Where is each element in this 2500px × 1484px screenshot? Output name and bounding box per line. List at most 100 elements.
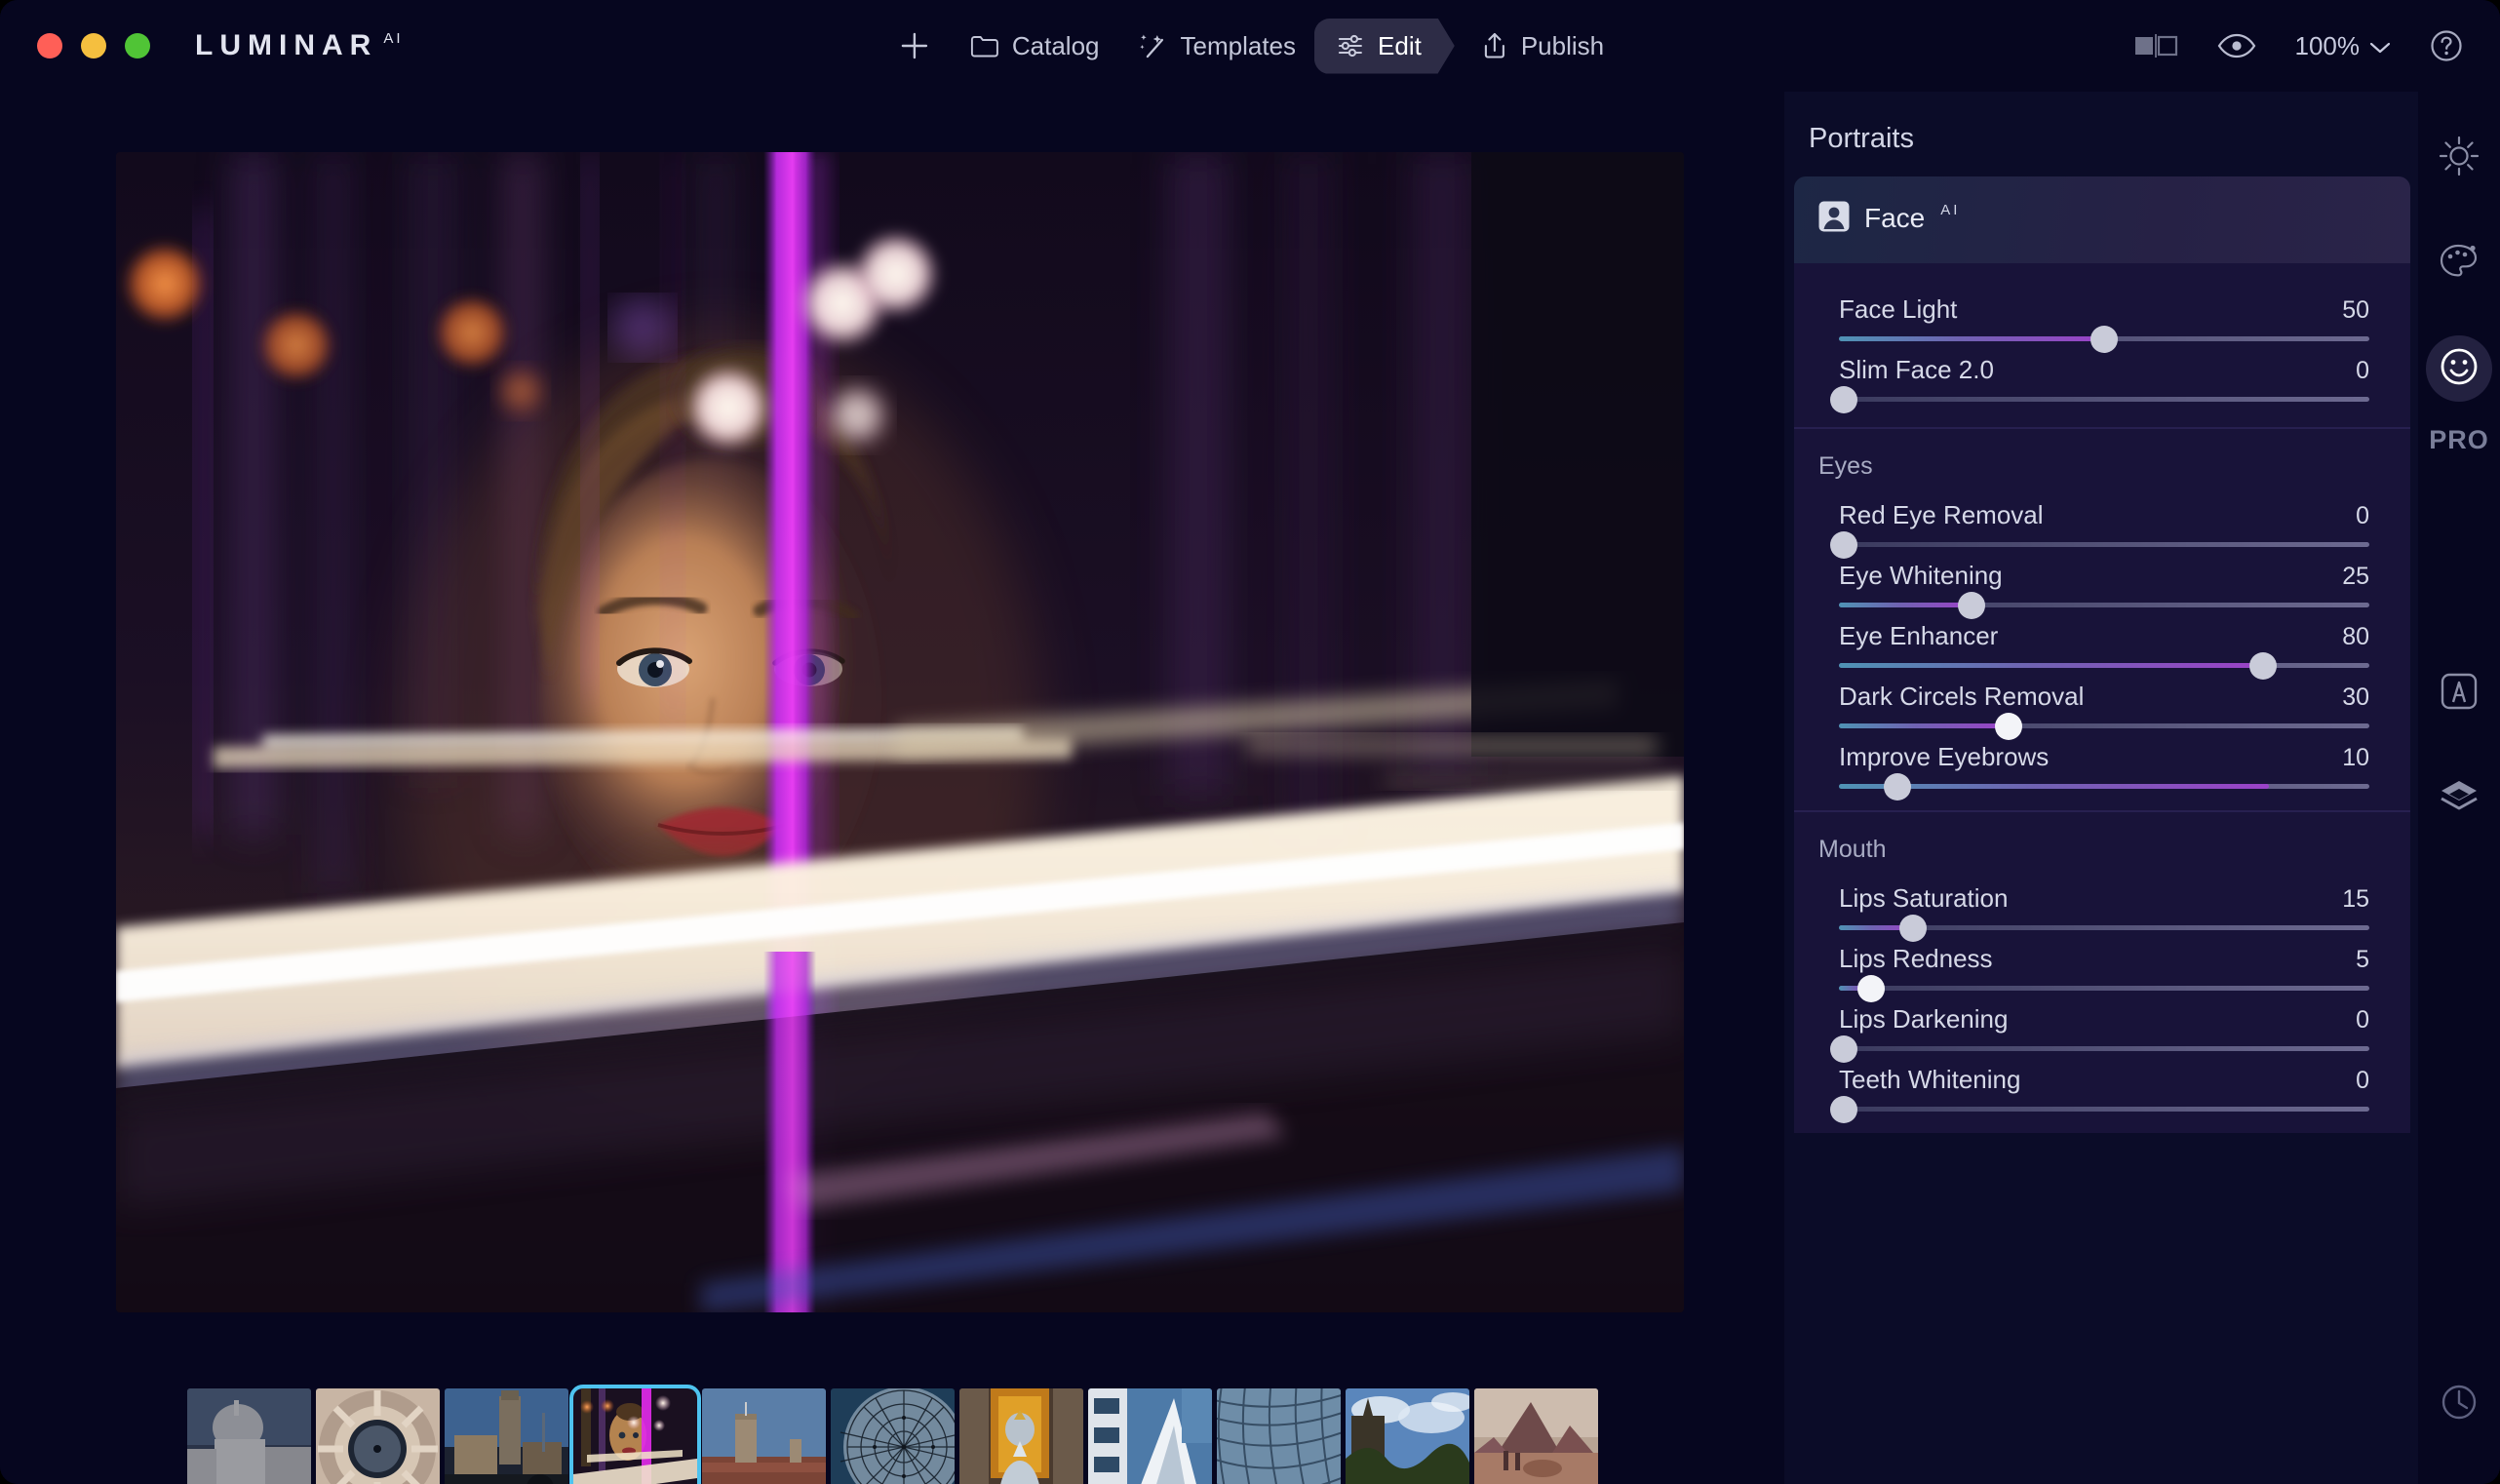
palette-icon <box>2438 240 2480 288</box>
slider-track[interactable] <box>1839 591 2369 619</box>
slider-value: 5 <box>2356 946 2369 973</box>
title-bar: LUMINAR AI Catalog Templates Edit Publis… <box>0 0 2500 92</box>
slider-track[interactable] <box>1839 712 2369 740</box>
thumbnail-image <box>1216 1388 1341 1484</box>
thumbnail-image <box>315 1388 440 1484</box>
slider-dark-circles-removal[interactable]: Dark Circels Removal 30 <box>1794 668 2410 740</box>
slider-value: 50 <box>2342 296 2369 324</box>
layers-icon <box>2438 777 2480 821</box>
before-after-compare-icon[interactable] <box>2133 32 2178 59</box>
rail-item-canvas[interactable] <box>2418 641 2500 746</box>
rail-item-essentials[interactable] <box>2418 105 2500 211</box>
thumbnail-desert-mountain[interactable] <box>1473 1388 1598 1484</box>
face-tool-card: Face AI <box>1794 176 2410 263</box>
slider-teeth-whitening[interactable]: Teeth Whitening 0 <box>1794 1051 2410 1123</box>
slider-track[interactable] <box>1839 651 2369 680</box>
slider-knob[interactable] <box>1899 914 1928 942</box>
slider-track[interactable] <box>1830 1095 2369 1123</box>
slider-lips-saturation[interactable]: Lips Saturation 15 <box>1794 870 2410 942</box>
maximize-button[interactable] <box>125 33 150 59</box>
slider-track[interactable] <box>1830 385 2369 413</box>
filmstrip <box>0 1385 1784 1484</box>
slider-track[interactable] <box>1830 530 2369 559</box>
slider-label: Lips Redness <box>1839 944 1993 973</box>
add-photos-button[interactable] <box>878 18 952 74</box>
nav-item-templates[interactable]: Templates <box>1118 19 1315 74</box>
magic-wand-icon <box>1137 31 1168 60</box>
slider-value: 15 <box>2342 885 2369 913</box>
close-button[interactable] <box>37 33 62 59</box>
slider-eye-enhancer[interactable]: Eye Enhancer 80 <box>1794 607 2410 680</box>
slider-eye-whitening[interactable]: Eye Whitening 25 <box>1794 547 2410 619</box>
slider-value: 0 <box>2356 357 2369 384</box>
zoom-level-control[interactable]: 100% <box>2295 31 2392 61</box>
slider-knob[interactable] <box>2249 651 2278 680</box>
nav-label-edit: Edit <box>1378 30 1422 60</box>
thumbnail-cathedral-dome[interactable] <box>186 1388 311 1484</box>
nav-label-catalog: Catalog <box>1011 30 1100 60</box>
nav-label-templates: Templates <box>1180 30 1297 60</box>
minimize-button[interactable] <box>81 33 106 59</box>
slider-knob[interactable] <box>1830 1095 1858 1123</box>
nav-item-catalog[interactable]: Catalog <box>952 19 1118 74</box>
slider-track[interactable] <box>1839 772 2369 801</box>
slider-knob[interactable] <box>2090 325 2118 353</box>
slider-improve-eyebrows[interactable]: Improve Eyebrows 10 <box>1794 728 2410 801</box>
slider-lips-darkening[interactable]: Lips Darkening 0 <box>1794 991 2410 1063</box>
section-label-eyes: Eyes <box>1818 452 1873 480</box>
thumbnail-ceiling-rosette[interactable] <box>315 1388 440 1484</box>
slider-knob[interactable] <box>1830 385 1858 413</box>
thumbnail-modern-architecture[interactable] <box>1087 1388 1212 1484</box>
brand-ai-badge: AI <box>383 30 404 47</box>
thumbnail-image <box>1473 1388 1598 1484</box>
nav-item-publish[interactable]: Publish <box>1463 19 1622 74</box>
slider-fill <box>1839 663 2264 668</box>
help-circle-icon[interactable] <box>2430 29 2463 62</box>
slider-value: 25 <box>2342 563 2369 590</box>
slider-knob[interactable] <box>1830 530 1858 559</box>
slider-track[interactable] <box>1830 1035 2369 1063</box>
slider-label: Eye Whitening <box>1839 561 2003 590</box>
thumbnail-castle-tower[interactable] <box>701 1388 826 1484</box>
thumbnail-city-tower-dusk[interactable] <box>444 1388 568 1484</box>
slider-face-light[interactable]: Face Light 50 <box>1794 281 2410 353</box>
slider-track[interactable] <box>1839 914 2369 942</box>
face-tool-header[interactable]: Face AI <box>1794 200 2410 238</box>
thumbnail-image <box>186 1388 311 1484</box>
rail-item-history[interactable] <box>2418 1351 2500 1457</box>
share-icon <box>1481 31 1508 60</box>
thumbnail-lattice-dome[interactable] <box>1216 1388 1341 1484</box>
slider-knob[interactable] <box>1958 591 1985 619</box>
nav-item-edit[interactable]: Edit <box>1314 18 1455 74</box>
slider-lips-redness[interactable]: Lips Redness 5 <box>1794 930 2410 1002</box>
rail-item-pro[interactable]: PRO <box>2429 425 2489 455</box>
thumbnail-image <box>830 1388 955 1484</box>
slider-knob[interactable] <box>1883 772 1911 801</box>
face-tool-body: Face Light 50 Slim Face 2.0 0 <box>1794 263 2410 427</box>
thumbnail-neon-portrait[interactable] <box>568 1385 701 1484</box>
canvas-crop-icon <box>2439 671 2480 717</box>
slider-knob[interactable] <box>1856 974 1885 1002</box>
eye-icon[interactable] <box>2217 33 2256 59</box>
sun-icon <box>2438 135 2480 182</box>
slider-track[interactable] <box>1839 325 2369 353</box>
thumbnail-castle-trees-sky[interactable] <box>1345 1388 1469 1484</box>
brand-name: LUMINAR <box>195 29 378 61</box>
main-photo-preview[interactable] <box>116 152 1684 1312</box>
rail-item-layers[interactable] <box>2418 746 2500 851</box>
thumbnail-geodesic-dome-blue[interactable] <box>830 1388 955 1484</box>
slider-label: Face Light <box>1839 294 1958 324</box>
slider-track[interactable] <box>1839 974 2369 1002</box>
slider-red-eye-removal[interactable]: Red Eye Removal 0 <box>1794 487 2410 559</box>
section-label-mouth: Mouth <box>1818 836 1887 863</box>
thumbnail-image <box>444 1388 568 1484</box>
slider-knob[interactable] <box>1830 1035 1858 1063</box>
window-controls <box>37 33 150 59</box>
canvas-area <box>0 92 1784 1484</box>
clock-icon <box>2438 1381 2480 1428</box>
slider-knob[interactable] <box>1995 712 2023 740</box>
thumbnail-temple-statue[interactable] <box>958 1388 1083 1484</box>
rail-item-portrait[interactable] <box>2418 316 2500 421</box>
rail-item-creative[interactable] <box>2418 211 2500 316</box>
thumbnail-image <box>572 1388 697 1484</box>
